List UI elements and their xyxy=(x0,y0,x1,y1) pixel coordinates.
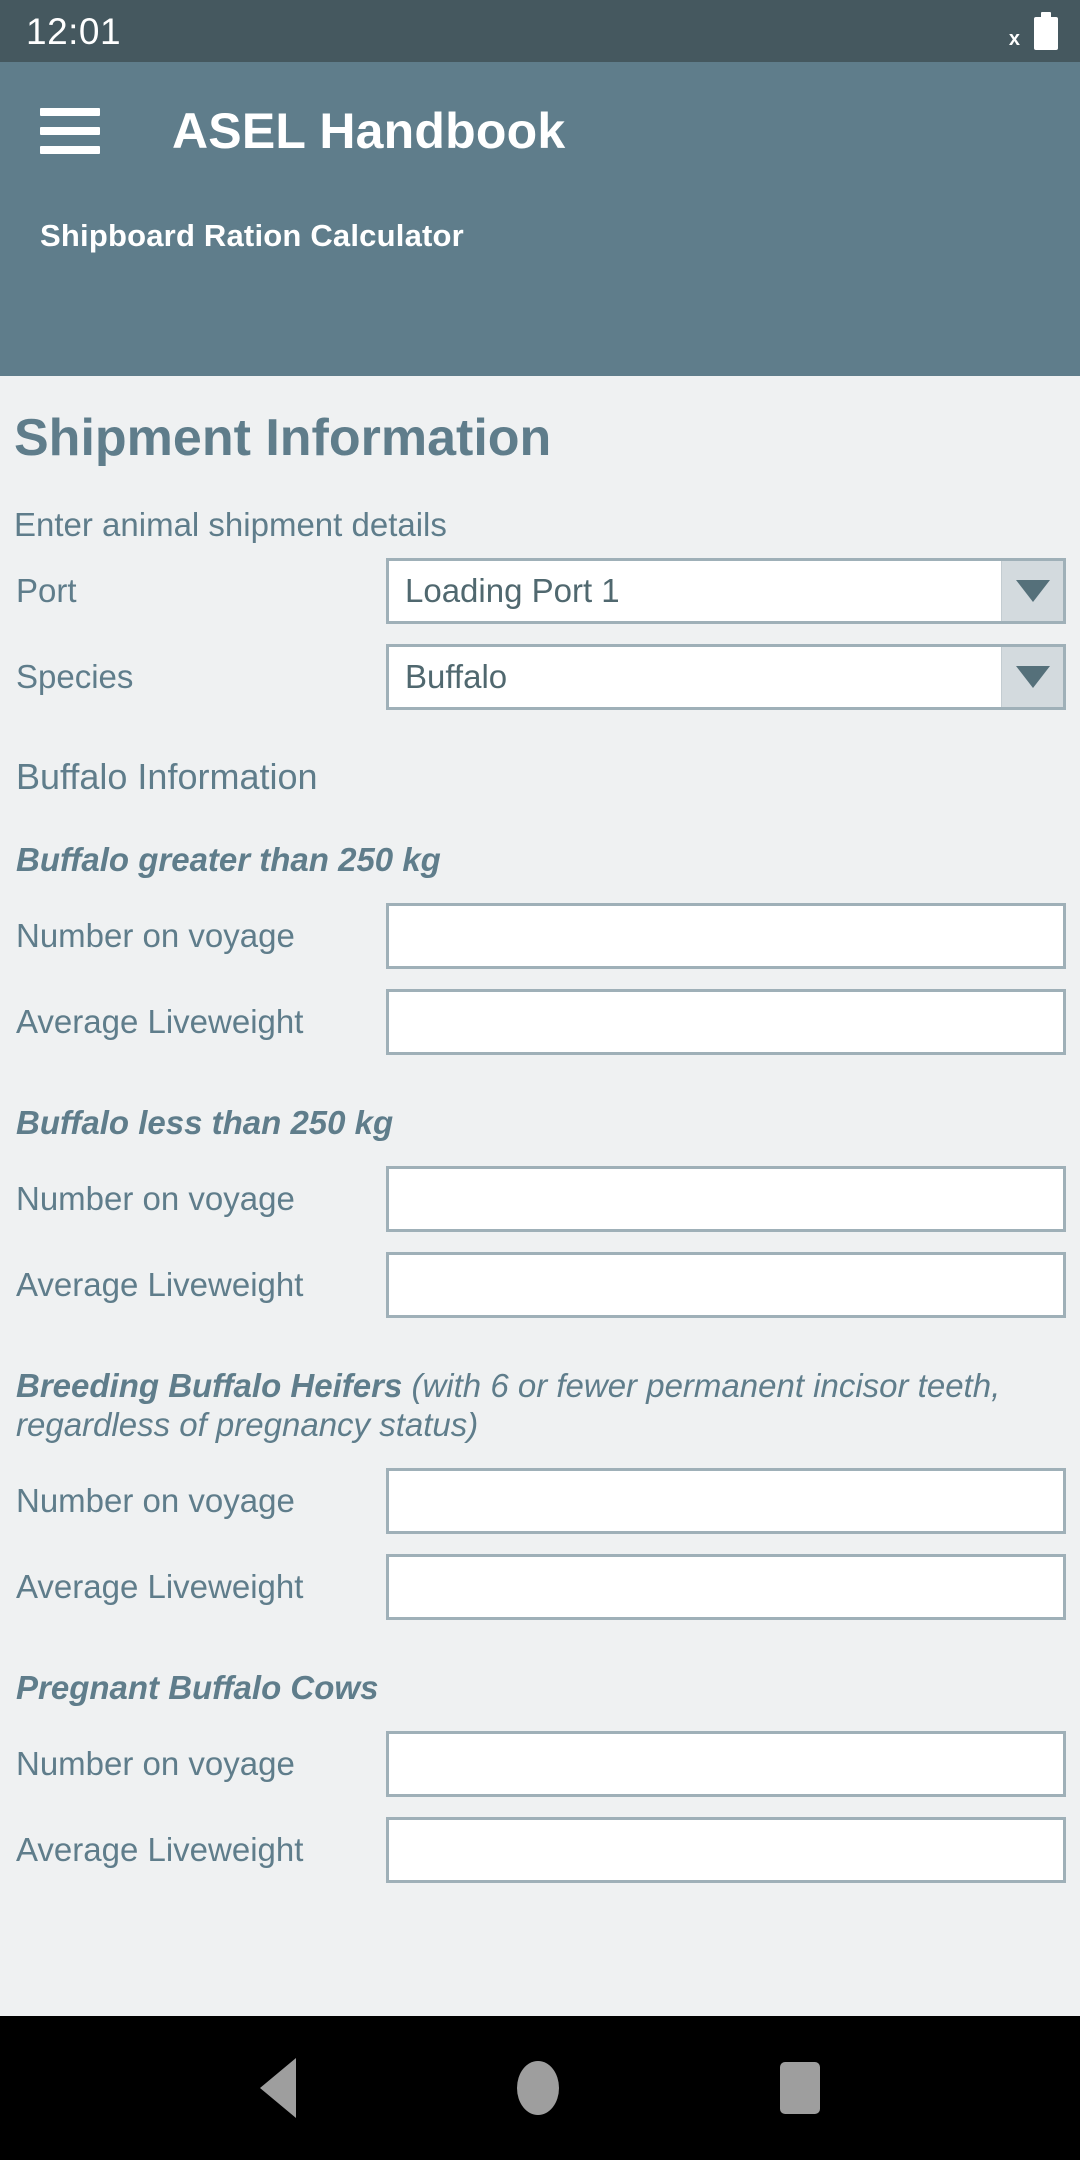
app-bar: ASEL Handbook Shipboard Ration Calculato… xyxy=(0,62,1080,376)
table-row: Number on voyage xyxy=(14,1728,1066,1800)
table-row: Number on voyage xyxy=(14,1163,1066,1235)
average-liveweight-control xyxy=(386,1553,1066,1620)
home-circle-icon[interactable] xyxy=(516,2061,559,2115)
table-row: Average Liveweight xyxy=(14,986,1066,1058)
average-liveweight-label: Average Liveweight xyxy=(16,1002,304,1040)
port-label: Port xyxy=(16,572,77,609)
animal-group-title: Buffalo less than 250 kg xyxy=(14,1058,1066,1149)
android-navigation-bar xyxy=(0,2016,1080,2160)
number-on-voyage-control xyxy=(386,1730,1066,1797)
average-liveweight-control xyxy=(386,1251,1066,1318)
animal-group-title-text: Buffalo less than 250 kg xyxy=(16,1103,394,1141)
animal-group-title-text: Buffalo greater than 250 kg xyxy=(16,841,441,878)
species-label: Species xyxy=(16,658,134,695)
animal-group-title: Breeding Buffalo Heifers (with 6 or fewe… xyxy=(14,1321,1066,1451)
page-title: Shipment Information xyxy=(14,409,552,467)
port-control: Loading Port 1 xyxy=(386,558,1066,624)
animal-group: Buffalo greater than 250 kg Number on vo… xyxy=(14,795,1066,1058)
main-content: Shipment Information Enter animal shipme… xyxy=(0,376,1080,2016)
table-row: Average Liveweight xyxy=(14,1249,1066,1321)
animal-group: Pregnant Buffalo Cows Number on voyage A… xyxy=(14,1623,1066,1886)
species-control: Buffalo xyxy=(386,644,1066,710)
app-screen: 12:01 x ASEL Handbook Shipboard Ration C… xyxy=(0,0,1080,2160)
app-title: ASEL Handbook xyxy=(172,103,566,159)
species-selected-value: Buffalo xyxy=(389,647,1001,707)
average-liveweight-control xyxy=(386,988,1066,1055)
status-bar: 12:01 x xyxy=(0,0,1080,62)
average-liveweight-input[interactable] xyxy=(386,1553,1066,1620)
number-on-voyage-label: Number on voyage xyxy=(16,1179,295,1217)
battery-full-icon xyxy=(1034,12,1058,50)
animal-group-title: Buffalo greater than 250 kg xyxy=(14,795,1066,886)
page-description: Enter animal shipment details xyxy=(14,506,447,543)
port-select[interactable]: Loading Port 1 xyxy=(386,558,1066,624)
port-selected-value: Loading Port 1 xyxy=(389,561,1001,621)
number-on-voyage-control xyxy=(386,1467,1066,1534)
table-row: Average Liveweight xyxy=(14,1551,1066,1623)
average-liveweight-label: Average Liveweight xyxy=(16,1567,304,1605)
number-on-voyage-input[interactable] xyxy=(386,1730,1066,1797)
average-liveweight-input[interactable] xyxy=(386,1816,1066,1883)
close-icon: x xyxy=(1008,27,1020,50)
number-on-voyage-control xyxy=(386,1165,1066,1232)
number-on-voyage-input[interactable] xyxy=(386,1165,1066,1232)
animal-group-title-text: Pregnant Buffalo Cows xyxy=(16,1668,379,1706)
app-bar-top-row: ASEL Handbook xyxy=(0,62,1080,156)
hamburger-menu-icon[interactable] xyxy=(40,108,100,154)
species-section-heading: Buffalo Information xyxy=(16,756,318,797)
species-row: Species Buffalo xyxy=(14,641,1066,713)
number-on-voyage-label: Number on voyage xyxy=(16,1744,295,1782)
number-on-voyage-control xyxy=(386,902,1066,969)
status-bar-icons: x xyxy=(1009,12,1058,50)
back-triangle-icon[interactable] xyxy=(260,2058,297,2118)
number-on-voyage-input[interactable] xyxy=(386,902,1066,969)
animal-group: Breeding Buffalo Heifers (with 6 or fewe… xyxy=(14,1321,1066,1623)
animal-group-title-text: Breeding Buffalo Heifers xyxy=(16,1366,403,1404)
species-select[interactable]: Buffalo xyxy=(386,644,1066,710)
average-liveweight-input[interactable] xyxy=(386,988,1066,1055)
chevron-down-icon[interactable] xyxy=(1001,561,1063,621)
chevron-down-icon[interactable] xyxy=(1001,647,1063,707)
table-row: Number on voyage xyxy=(14,900,1066,972)
animal-group-title: Pregnant Buffalo Cows xyxy=(14,1623,1066,1714)
app-subtitle: Shipboard Ration Calculator xyxy=(40,218,464,253)
average-liveweight-input[interactable] xyxy=(386,1251,1066,1318)
number-on-voyage-label: Number on voyage xyxy=(16,1481,295,1519)
animal-group: Buffalo less than 250 kg Number on voyag… xyxy=(14,1058,1066,1321)
table-row: Number on voyage xyxy=(14,1465,1066,1537)
status-bar-clock: 12:01 xyxy=(26,10,122,52)
recents-square-icon[interactable] xyxy=(779,2062,820,2114)
average-liveweight-control xyxy=(386,1816,1066,1883)
port-row: Port Loading Port 1 xyxy=(14,555,1066,627)
number-on-voyage-input[interactable] xyxy=(386,1467,1066,1534)
table-row: Average Liveweight xyxy=(14,1814,1066,1886)
number-on-voyage-label: Number on voyage xyxy=(16,916,295,954)
average-liveweight-label: Average Liveweight xyxy=(16,1830,304,1868)
average-liveweight-label: Average Liveweight xyxy=(16,1265,304,1303)
